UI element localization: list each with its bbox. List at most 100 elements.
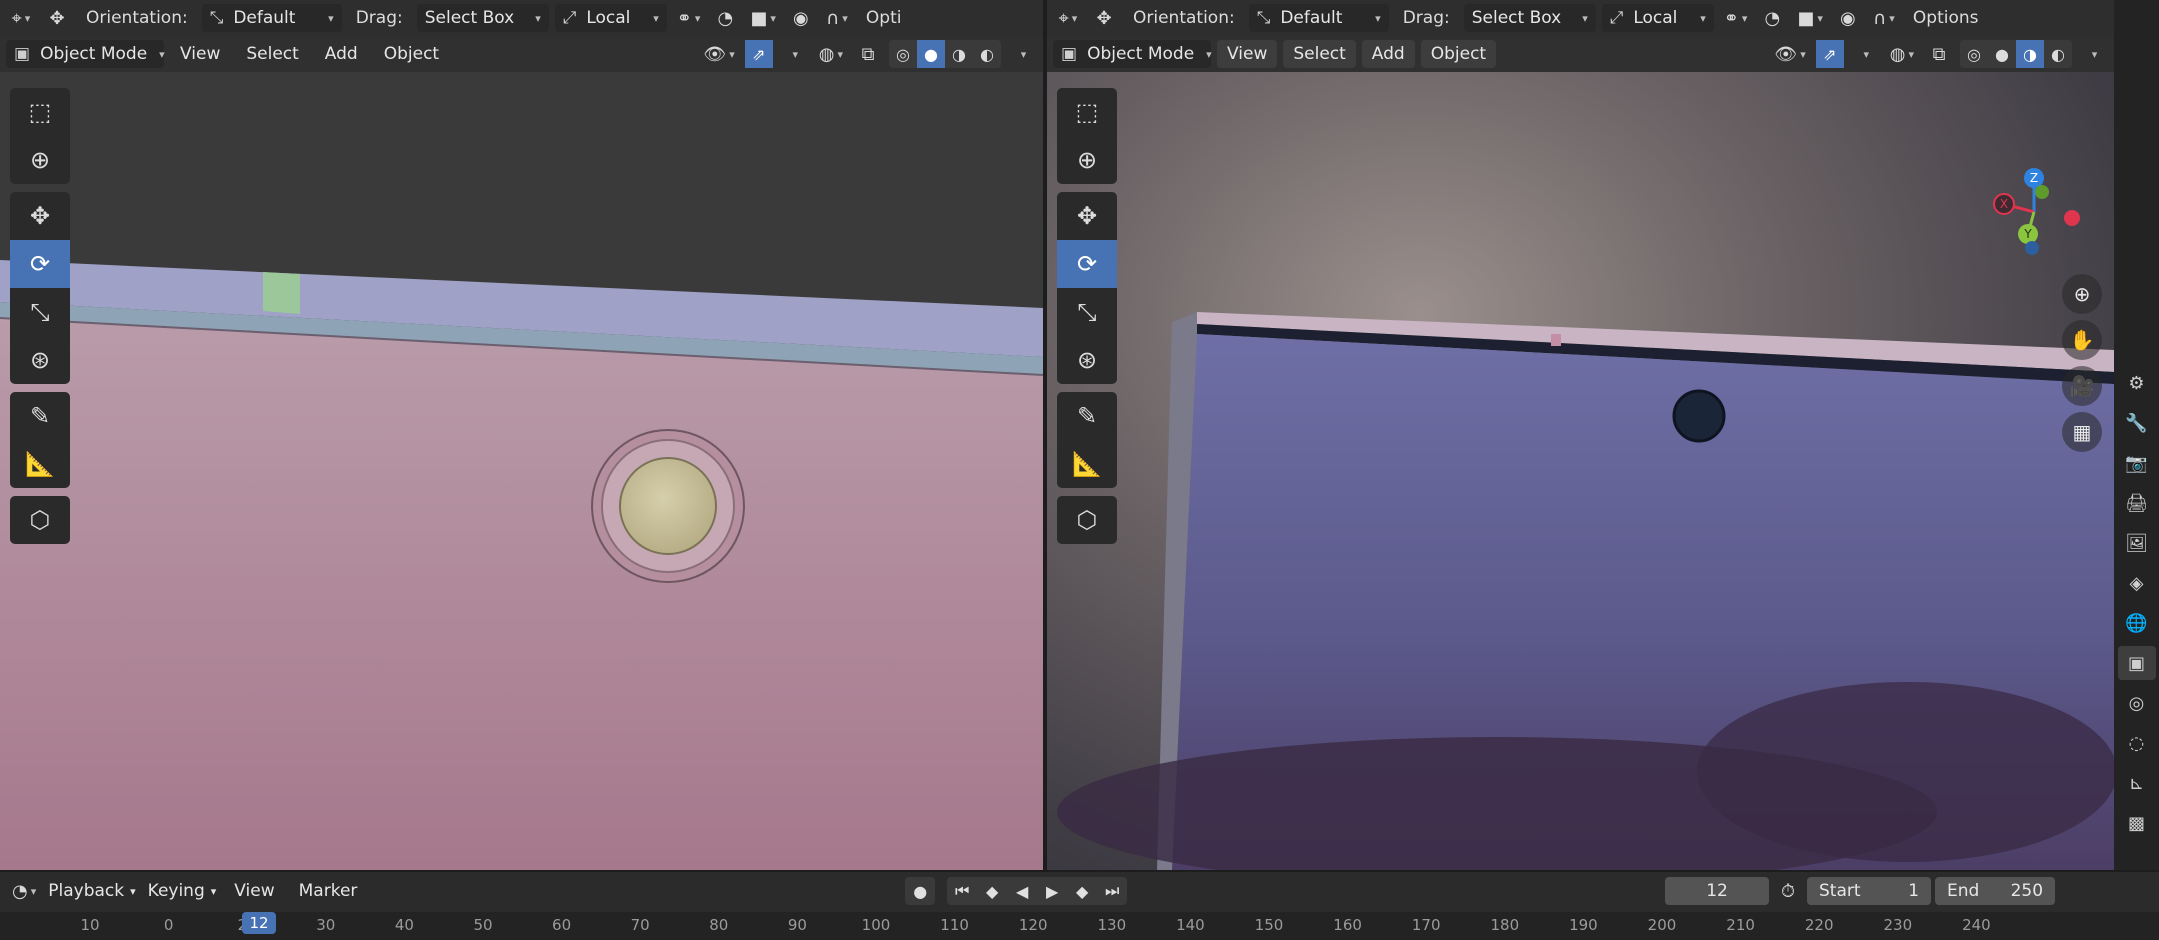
- physics-properties-icon[interactable]: ◌: [2118, 726, 2156, 760]
- tool-settings-icon[interactable]: ⚙: [2118, 366, 2156, 400]
- mode-dropdown[interactable]: ▣ Object Mode ▾: [1053, 40, 1212, 68]
- gizmo-dropdown[interactable]: ▾: [1850, 39, 1880, 69]
- pan-hand-icon[interactable]: ✋: [2062, 320, 2102, 360]
- marker-menu[interactable]: Marker: [289, 877, 368, 905]
- falloff-curve-icon[interactable]: ∩ ▾: [1869, 3, 1899, 33]
- gizmo-toggle-icon[interactable]: ⇗: [744, 40, 773, 68]
- annotate-tool-icon[interactable]: ✎: [1057, 392, 1117, 440]
- proportional-edit-icon[interactable]: ◔: [1757, 3, 1787, 33]
- playback-menu[interactable]: Playback ▾: [44, 877, 139, 905]
- transform-tool-icon[interactable]: ⊛: [10, 336, 70, 384]
- menu-add[interactable]: Add: [1361, 40, 1415, 68]
- menu-object[interactable]: Object: [1420, 40, 1497, 68]
- zoom-icon[interactable]: ⊕: [2062, 274, 2102, 314]
- rotate-tool-icon[interactable]: ⟳: [10, 240, 70, 288]
- end-frame-field[interactable]: End 250: [1935, 877, 2056, 905]
- current-frame-field[interactable]: 12: [1665, 877, 1770, 905]
- move-tool-icon[interactable]: ✥: [1057, 192, 1117, 240]
- rotate-tool-icon[interactable]: ⟳: [1057, 240, 1117, 288]
- select-box-tool-icon[interactable]: ⬚: [1057, 88, 1117, 136]
- render-properties-icon[interactable]: 📷: [2118, 446, 2156, 480]
- editor-type-button[interactable]: ⌖ ▾: [1053, 3, 1083, 33]
- texture-properties-icon[interactable]: ▩: [2118, 806, 2156, 840]
- shading-dropdown[interactable]: ▾: [1007, 39, 1037, 69]
- menu-view[interactable]: View: [1217, 40, 1278, 68]
- measure-tool-icon[interactable]: 📐: [1057, 440, 1117, 488]
- view-layer-icon[interactable]: 🖼: [2118, 526, 2156, 560]
- mode-dropdown[interactable]: ▣ Object Mode ▾: [6, 40, 165, 68]
- timeline-editor-icon[interactable]: ◔ ▾: [8, 876, 40, 906]
- shading-dropdown[interactable]: ▾: [2078, 39, 2108, 69]
- frame-cursor[interactable]: 12: [242, 912, 276, 934]
- shading-color-icon[interactable]: ■ ▾: [746, 3, 780, 33]
- material-shading-icon[interactable]: ◑: [2016, 40, 2044, 68]
- start-frame-field[interactable]: Start 1: [1807, 877, 1932, 905]
- snap-toggle[interactable]: ⚭ ▾: [673, 3, 705, 33]
- shading-color-icon[interactable]: ■ ▾: [1793, 3, 1827, 33]
- camera-view-icon[interactable]: 🎥: [2062, 366, 2102, 406]
- solid-shading-icon[interactable]: ●: [917, 40, 945, 68]
- rendered-shading-icon[interactable]: ◐: [973, 40, 1001, 68]
- gizmo-dropdown[interactable]: ▾: [779, 39, 809, 69]
- overlay-toggle-icon[interactable]: ◍ ▾: [815, 39, 847, 69]
- jump-end-icon[interactable]: ⏭: [1097, 877, 1128, 905]
- menu-add[interactable]: Add: [315, 40, 368, 68]
- rendered-shading-icon[interactable]: ◐: [2044, 40, 2072, 68]
- scale-tool-icon[interactable]: ⤡: [10, 288, 70, 336]
- measure-tool-icon[interactable]: 📐: [10, 440, 70, 488]
- gizmo-toggle-icon[interactable]: ⇗: [1815, 40, 1844, 68]
- wireframe-shading-icon[interactable]: ◎: [1960, 40, 1988, 68]
- overlay-toggle-icon[interactable]: ◍ ▾: [1886, 39, 1918, 69]
- timeline-ruler[interactable]: 1002030405060708090100110120130140150160…: [0, 912, 2159, 940]
- snap-toggle[interactable]: ⚭ ▾: [1720, 3, 1752, 33]
- annotate-tool-icon[interactable]: ✎: [10, 392, 70, 440]
- timeline-view-menu[interactable]: View: [224, 877, 284, 905]
- viewport-left-scene[interactable]: [0, 72, 1043, 870]
- add-cube-tool-icon[interactable]: ⬡: [10, 496, 70, 544]
- proportional-edit-icon[interactable]: ◔: [710, 3, 740, 33]
- scale-tool-icon[interactable]: ⤡: [1057, 288, 1117, 336]
- cursor-tool-icon[interactable]: ⊕: [1057, 136, 1117, 184]
- preview-range-icon[interactable]: ⏱: [1773, 876, 1803, 906]
- menu-select[interactable]: Select: [236, 40, 308, 68]
- jump-start-icon[interactable]: ⏮: [947, 877, 978, 905]
- cursor-tool-icon[interactable]: ⊕: [10, 136, 70, 184]
- falloff-dot-icon[interactable]: ◉: [1833, 3, 1863, 33]
- scene-properties-icon[interactable]: ◈: [2118, 566, 2156, 600]
- add-cube-tool-icon[interactable]: ⬡: [1057, 496, 1117, 544]
- editor-type-button[interactable]: ⌖ ▾: [6, 3, 36, 33]
- object-properties-icon[interactable]: ▣: [2117, 646, 2156, 680]
- drag-dropdown[interactable]: Select Box ▾: [1463, 4, 1596, 32]
- falloff-curve-icon[interactable]: ∩ ▾: [822, 3, 852, 33]
- play-icon[interactable]: ▶: [1037, 877, 1068, 905]
- viewport-right[interactable]: Z X Y ⊕ ✋ 🎥 ▦ ⌖ ▾ ✥ Orientation: ⤡ Default…: [1047, 0, 2114, 870]
- jump-keyframe-forward-icon[interactable]: ◆: [1067, 877, 1098, 905]
- play-reverse-icon[interactable]: ◀: [1007, 877, 1038, 905]
- wireframe-shading-icon[interactable]: ◎: [889, 40, 917, 68]
- orientation-dropdown[interactable]: ⤡ Default ▾: [201, 4, 342, 32]
- xray-toggle-icon[interactable]: ⧉: [853, 39, 883, 69]
- perspective-grid-icon[interactable]: ▦: [2062, 412, 2102, 452]
- world-properties-icon[interactable]: 🌐: [2118, 606, 2156, 640]
- viewport-right-scene[interactable]: Z X Y ⊕ ✋ 🎥 ▦: [1047, 72, 2114, 870]
- tool-icon[interactable]: 🔧: [2118, 406, 2156, 440]
- orientation-dropdown[interactable]: ⤡ Default ▾: [1248, 4, 1389, 32]
- menu-object[interactable]: Object: [374, 40, 449, 68]
- menu-view[interactable]: View: [170, 40, 230, 68]
- material-shading-icon[interactable]: ◑: [945, 40, 973, 68]
- modifier-properties-icon[interactable]: ◎: [2118, 686, 2156, 720]
- transform-pivot-icon[interactable]: ✥: [1089, 3, 1119, 33]
- output-properties-icon[interactable]: 🖨: [2118, 486, 2156, 520]
- pivot-dropdown[interactable]: ⤢ Local ▾: [554, 4, 667, 32]
- xray-toggle-icon[interactable]: ⧉: [1924, 39, 1954, 69]
- move-tool-icon[interactable]: ✥: [10, 192, 70, 240]
- constraint-properties-icon[interactable]: ⊾: [2118, 766, 2156, 800]
- viewport-left[interactable]: ⌖ ▾ ✥ Orientation: ⤡ Default ▾ Drag: Select…: [0, 0, 1043, 870]
- menu-select[interactable]: Select: [1283, 40, 1356, 68]
- options-menu[interactable]: Opti: [858, 8, 910, 28]
- transform-pivot-icon[interactable]: ✥: [42, 3, 72, 33]
- navigation-gizmo[interactable]: Z X Y: [1974, 162, 2094, 262]
- transform-tool-icon[interactable]: ⊛: [1057, 336, 1117, 384]
- pivot-dropdown[interactable]: ⤢ Local ▾: [1601, 4, 1714, 32]
- drag-dropdown[interactable]: Select Box ▾: [416, 4, 549, 32]
